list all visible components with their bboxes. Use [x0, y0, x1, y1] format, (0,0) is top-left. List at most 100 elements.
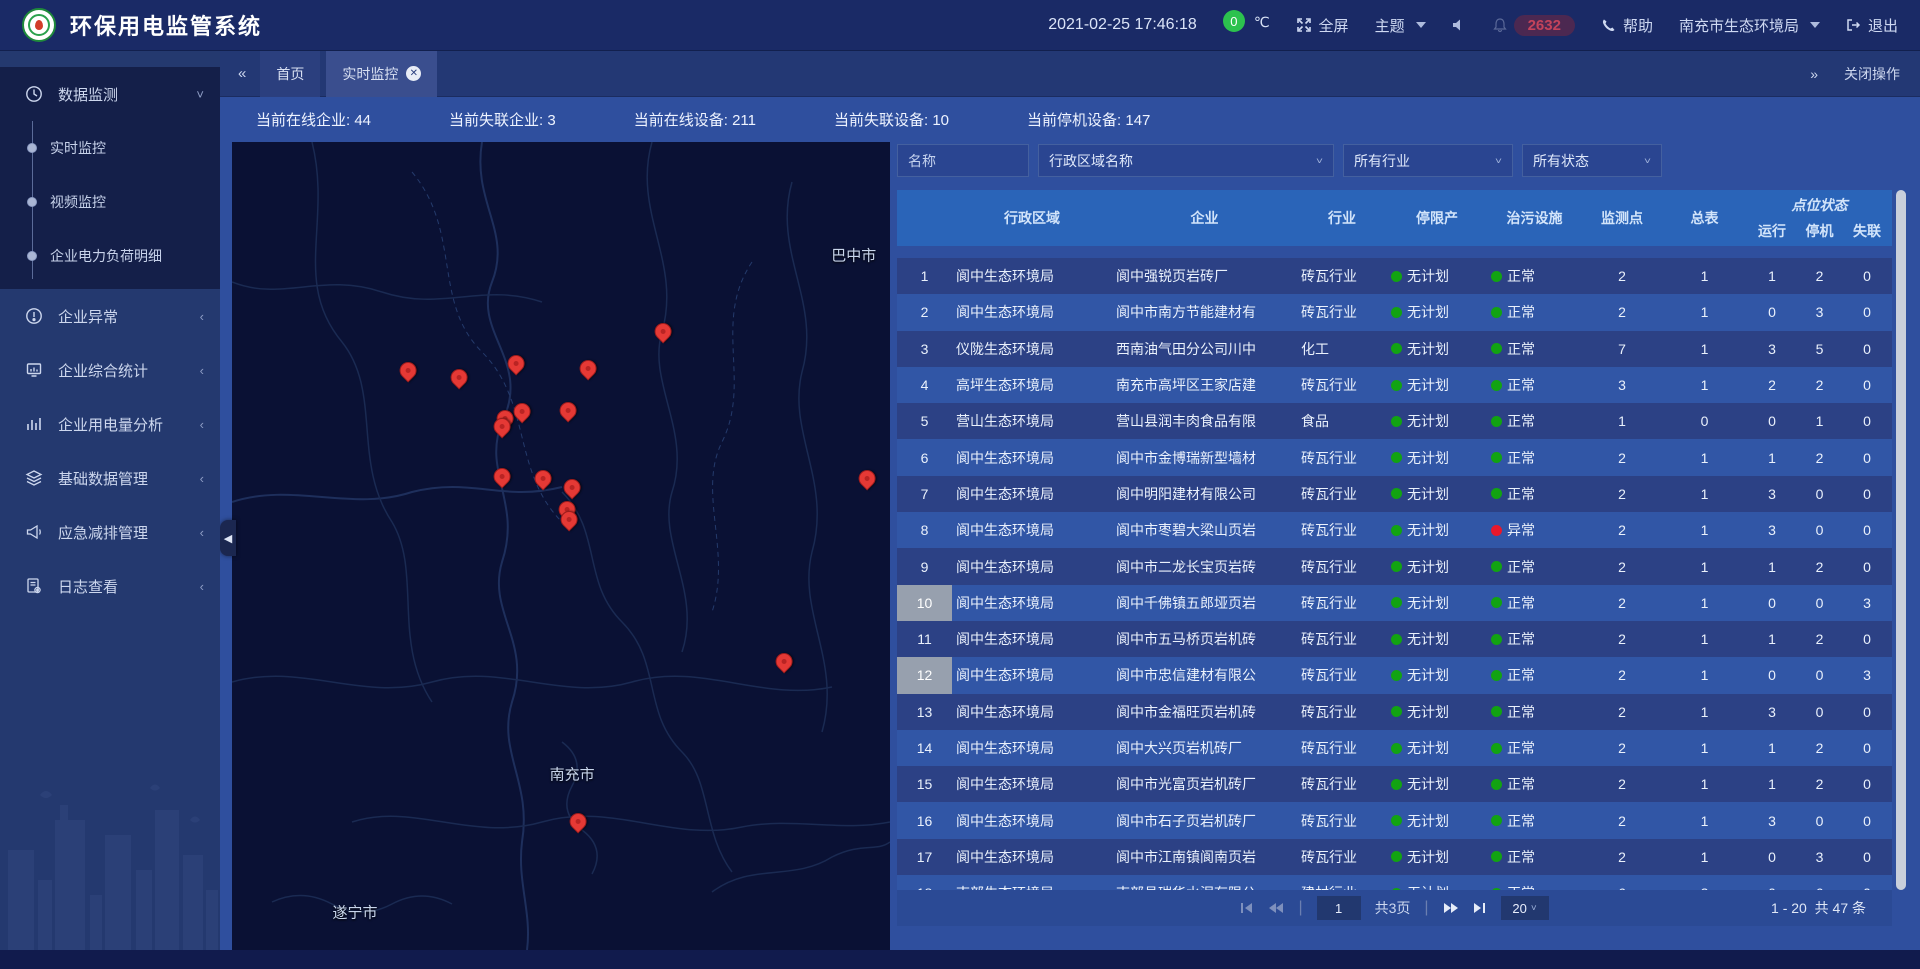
cell-plan-status: 无计划 [1387, 512, 1487, 548]
col-header-meters: 总表 [1662, 190, 1747, 246]
table-scrollbar[interactable] [1896, 190, 1906, 890]
cell-plan-status: 无计划 [1387, 766, 1487, 802]
table-row[interactable]: 17阆中生态环境局阆中市江南镇阆南页岩砖瓦行业无计划正常21030 [897, 839, 1892, 875]
speaker-icon[interactable] [1452, 18, 1467, 32]
status-dot-icon [1391, 488, 1402, 499]
cell-region: 仪陇生态环境局 [952, 331, 1112, 367]
cell-plan-status: 无计划 [1387, 367, 1487, 403]
first-page-icon[interactable] [1240, 902, 1254, 914]
cell-industry: 砖瓦行业 [1297, 730, 1387, 766]
notification-area[interactable]: 2632 [1493, 15, 1575, 36]
page-number-input[interactable]: 1 [1317, 896, 1361, 920]
table-row[interactable]: 8阆中生态环境局阆中市枣碧大梁山页岩砖瓦行业无计划异常21300 [897, 512, 1892, 548]
cell-run-count: 1 [1747, 439, 1797, 475]
help-button[interactable]: 帮助 [1601, 15, 1653, 36]
sidebar-item-label: 企业用电量分析 [58, 414, 163, 435]
table-row[interactable]: 10阆中生态环境局阆中千佛镇五郎垭页岩砖瓦行业无计划正常21003 [897, 585, 1892, 621]
sidebar-item-video-monitor[interactable]: 视频监控 [0, 175, 220, 229]
cell-total-meters: 1 [1662, 294, 1747, 330]
theme-dropdown[interactable]: 主题 [1375, 15, 1426, 36]
stat-offline-enterprises: 当前失联企业: 3 [449, 109, 556, 130]
cell-facility-status: 正常 [1487, 694, 1582, 730]
table-row[interactable]: 2阆中生态环境局阆中市南方节能建材有砖瓦行业无计划正常21030 [897, 294, 1892, 330]
submenu-label: 视频监控 [50, 192, 106, 212]
stat-stopped-devices: 当前停机设备: 147 [1027, 109, 1150, 130]
table-row[interactable]: 9阆中生态环境局阆中市二龙长宝页岩砖砖瓦行业无计划正常21120 [897, 548, 1892, 584]
logout-button[interactable]: 退出 [1846, 15, 1898, 36]
cell-industry: 砖瓦行业 [1297, 367, 1387, 403]
cell-monitor-points: 2 [1582, 621, 1662, 657]
cell-stop-count: 3 [1797, 839, 1842, 875]
tabs-scroll-right-icon[interactable]: » [1810, 66, 1818, 82]
fullscreen-button[interactable]: 全屏 [1296, 15, 1349, 36]
name-search-input[interactable] [908, 153, 1018, 169]
status-dot-icon [1391, 416, 1402, 427]
tabs-scroll-left-icon[interactable]: « [238, 65, 246, 82]
cell-facility-status: 正常 [1487, 258, 1582, 294]
sidebar-item-power-load-detail[interactable]: 企业电力负荷明细 [0, 229, 220, 283]
status-dot-icon [1391, 343, 1402, 354]
bar-chart-icon [24, 414, 44, 434]
cell-region: 阆中生态环境局 [952, 439, 1112, 475]
table-row[interactable]: 16阆中生态环境局阆中市石子页岩机砖厂砖瓦行业无计划正常21300 [897, 802, 1892, 838]
cell-facility-status: 正常 [1487, 657, 1582, 693]
tab-realtime-monitor[interactable]: 实时监控 ✕ [326, 51, 437, 97]
app-header: 环保用电监管系统 2021-02-25 17:46:18 0 ℃ 全屏 主题 [0, 0, 1920, 51]
cell-lost-count: 0 [1842, 476, 1892, 512]
status-select[interactable]: 所有状态 ˅ [1522, 144, 1662, 177]
org-dropdown[interactable]: 南充市生态环境局 [1679, 15, 1820, 36]
status-dot-icon [1391, 815, 1402, 826]
industry-select[interactable]: 所有行业 ˅ [1343, 144, 1513, 177]
tab-home[interactable]: 首页 [260, 51, 320, 97]
sidebar-item-enterprise-abnormal[interactable]: 企业异常 ‹ [0, 289, 220, 343]
map-collapse-handle[interactable]: ◀ [220, 520, 236, 556]
table-row[interactable]: 5营山生态环境局营山县润丰肉食品有限食品无计划正常10010 [897, 403, 1892, 439]
monitor-stats-icon [24, 360, 44, 380]
sidebar-item-realtime-monitor[interactable]: 实时监控 [0, 121, 220, 175]
sidebar-item-base-data[interactable]: 基础数据管理 ‹ [0, 451, 220, 505]
cell-stop-count: 2 [1797, 367, 1842, 403]
region-select[interactable]: 行政区域名称 ˅ [1038, 144, 1334, 177]
table-row[interactable]: 4高坪生态环境局南充市高坪区王家店建砖瓦行业无计划正常31220 [897, 367, 1892, 403]
table-row[interactable]: 13阆中生态环境局阆中市金福旺页岩机砖砖瓦行业无计划正常21300 [897, 694, 1892, 730]
cell-total-meters: 1 [1662, 476, 1747, 512]
cell-run-count: 0 [1747, 875, 1797, 890]
table-row[interactable]: 18南部生态环境局南部县瑞华水泥有限公建材行业无计划正常62060 [897, 875, 1892, 890]
table-row[interactable]: 7阆中生态环境局阆中明阳建材有限公司砖瓦行业无计划正常21300 [897, 476, 1892, 512]
cell-run-count: 3 [1747, 802, 1797, 838]
last-page-icon[interactable] [1473, 902, 1487, 914]
table-row[interactable]: 6阆中生态环境局阆中市金博瑞新型墙材砖瓦行业无计划正常21120 [897, 439, 1892, 475]
stat-online-enterprises: 当前在线企业: 44 [256, 109, 371, 130]
table-row[interactable]: 12阆中生态环境局阆中市忠信建材有限公砖瓦行业无计划正常21003 [897, 657, 1892, 693]
cell-facility-status: 正常 [1487, 331, 1582, 367]
sidebar-item-data-monitor[interactable]: 数据监测 ˅ [0, 67, 220, 121]
cell-region: 阆中生态环境局 [952, 585, 1112, 621]
sidebar-item-enterprise-stats[interactable]: 企业综合统计 ‹ [0, 343, 220, 397]
chevron-left-icon: ‹ [200, 363, 204, 378]
status-dot-icon [1491, 271, 1502, 282]
name-search-field[interactable] [897, 144, 1029, 177]
cell-run-count: 0 [1747, 839, 1797, 875]
cell-industry: 砖瓦行业 [1297, 766, 1387, 802]
table-row[interactable]: 15阆中生态环境局阆中市光富页岩机砖厂砖瓦行业无计划正常21120 [897, 766, 1892, 802]
close-operations-button[interactable]: 关闭操作 [1844, 64, 1900, 84]
cell-monitor-points: 2 [1582, 476, 1662, 512]
table-row[interactable]: 1阆中生态环境局阆中强锐页岩砖厂砖瓦行业无计划正常21120 [897, 258, 1892, 294]
map-panel[interactable]: 巴中市南充市遂宁市 [232, 142, 890, 950]
tab-close-icon[interactable]: ✕ [406, 66, 421, 81]
sidebar-item-power-analysis[interactable]: 企业用电量分析 ‹ [0, 397, 220, 451]
table-row[interactable]: 11阆中生态环境局阆中市五马桥页岩机砖砖瓦行业无计划正常21120 [897, 621, 1892, 657]
sidebar-item-emergency-reduction[interactable]: 应急减排管理 ‹ [0, 505, 220, 559]
cell-total-meters: 1 [1662, 548, 1747, 584]
table-row[interactable]: 14阆中生态环境局阆中大兴页岩机砖厂砖瓦行业无计划正常21120 [897, 730, 1892, 766]
status-dot-icon [1391, 706, 1402, 717]
table-row[interactable]: 3仪陇生态环境局西南油气田分公司川中化工无计划正常71350 [897, 331, 1892, 367]
prev-page-icon[interactable] [1268, 902, 1284, 914]
page-size-select[interactable]: 20˅ [1501, 896, 1549, 920]
cell-monitor-points: 7 [1582, 331, 1662, 367]
cell-run-count: 2 [1747, 367, 1797, 403]
next-page-icon[interactable] [1443, 902, 1459, 914]
cell-company: 阆中明阳建材有限公司 [1112, 476, 1297, 512]
phone-icon [1601, 18, 1616, 33]
sidebar-item-log-view[interactable]: 日志查看 ‹ [0, 559, 220, 613]
